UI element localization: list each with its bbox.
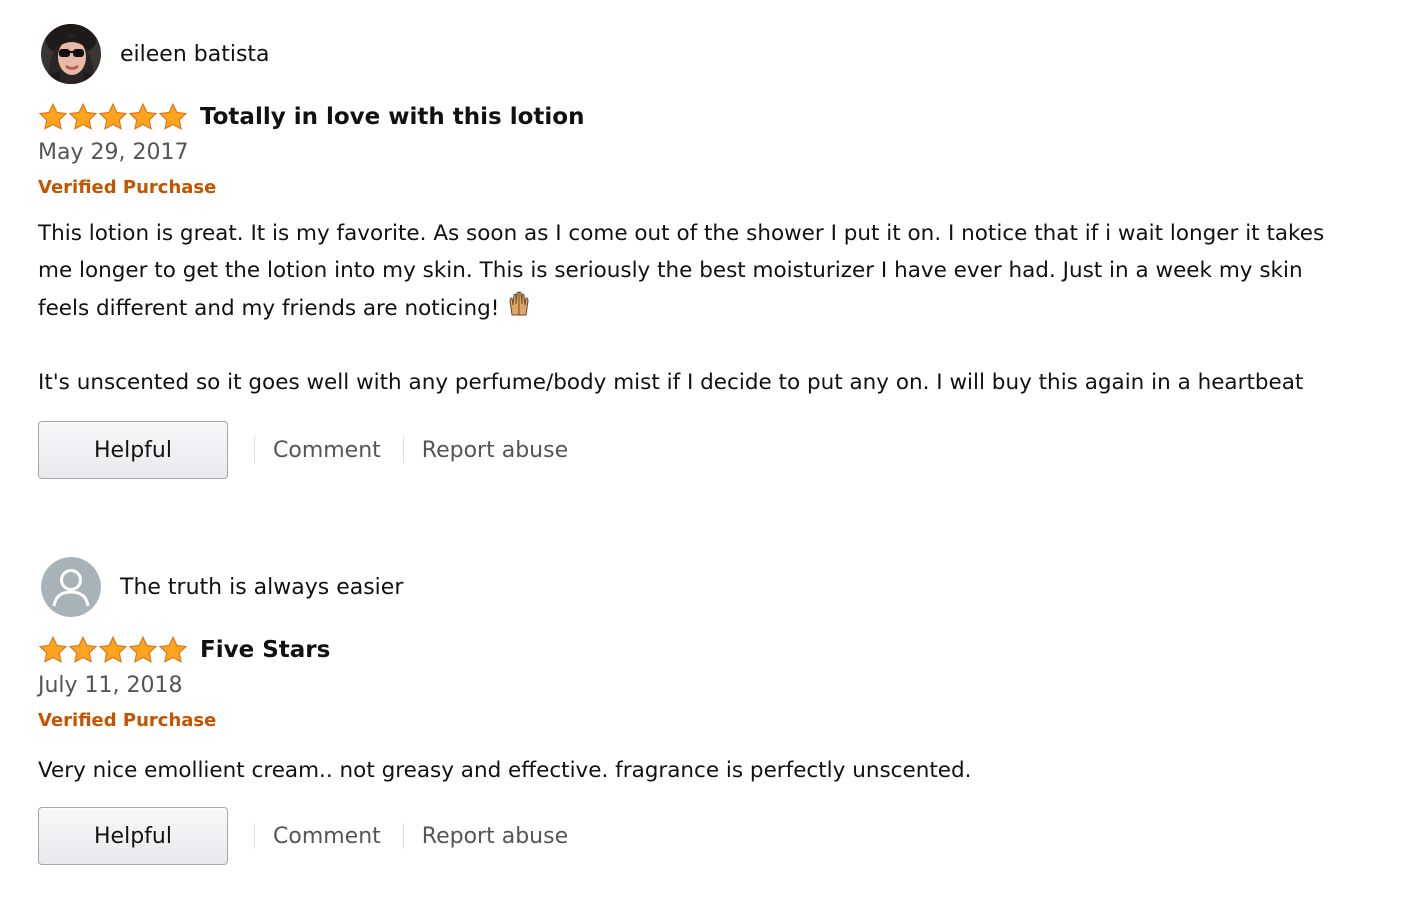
profile-photo-icon [41,24,101,84]
star-icon [68,102,98,130]
helpful-button[interactable]: Helpful [38,421,228,479]
verified-purchase-badge[interactable]: Verified Purchase [38,708,1338,734]
star-icon [38,635,68,663]
review-heading: Five Stars [38,634,1338,666]
divider [402,823,404,849]
verified-purchase-badge[interactable]: Verified Purchase [38,175,1338,201]
review-actions: Helpful Comment Report abuse [38,807,1338,865]
report-abuse-link[interactable]: Report abuse [422,438,568,463]
reviewer-name[interactable]: The truth is always easier [120,575,403,600]
review-body: This lotion is great. It is my favorite.… [38,215,1328,401]
raising-hands-emoji-icon [505,289,533,329]
review-heading: Totally in love with this lotion [38,101,1338,133]
review-date: May 29, 2017 [38,140,189,165]
star-rating[interactable] [38,102,188,132]
star-icon [98,102,128,130]
review-card: eileen batista Totally in love with this… [38,24,1338,479]
reviewer-profile[interactable]: eileen batista [41,24,1338,84]
review-actions: Helpful Comment Report abuse [38,421,1338,479]
review-paragraph-text: It's unscented so it goes well with any … [38,370,1304,395]
review-paragraph: This lotion is great. It is my favorite.… [38,215,1328,329]
star-icon [158,102,188,130]
helpful-button[interactable]: Helpful [38,807,228,865]
review-paragraph: Very nice emollient cream.. not greasy a… [38,752,1328,789]
divider [254,437,255,463]
star-icon [38,102,68,130]
review-paragraph: It's unscented so it goes well with any … [38,364,1328,401]
review-date: July 11, 2018 [38,673,183,698]
divider [254,823,255,849]
review-paragraph-text: This lotion is great. It is my favorite.… [38,221,1325,321]
avatar[interactable] [41,24,101,84]
star-icon [68,635,98,663]
review-title[interactable]: Totally in love with this lotion [200,104,584,130]
report-abuse-link[interactable]: Report abuse [422,824,568,849]
star-icon [128,635,158,663]
star-icon [128,102,158,130]
comment-link[interactable]: Comment [273,824,381,849]
divider [402,437,404,463]
review-title[interactable]: Five Stars [200,637,330,663]
comment-link[interactable]: Comment [273,438,381,463]
star-rating[interactable] [38,635,188,665]
reviewer-profile[interactable]: The truth is always easier [41,557,1338,617]
review-card: The truth is always easier Five Stars Ju… [38,557,1338,865]
star-icon [98,635,128,663]
review-body: Very nice emollient cream.. not greasy a… [38,752,1328,789]
reviewer-name[interactable]: eileen batista [120,42,270,67]
star-icon [158,635,188,663]
review-paragraph-text: Very nice emollient cream.. not greasy a… [38,758,972,783]
default-user-icon [41,557,101,617]
avatar[interactable] [41,557,101,617]
